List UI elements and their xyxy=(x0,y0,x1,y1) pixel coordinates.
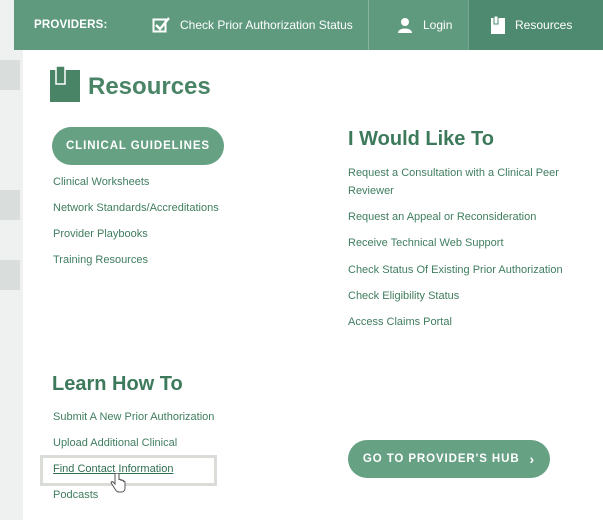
learn-link-upload-clinical[interactable]: Upload Additional Clinical xyxy=(53,437,177,449)
check-prior-auth-link[interactable]: Check Prior Authorization Status xyxy=(146,0,368,50)
resources-tab[interactable]: Resources xyxy=(468,0,603,50)
learn-link-submit-prior-auth[interactable]: Submit A New Prior Authorization xyxy=(53,411,214,423)
guideline-link-provider-playbooks[interactable]: Provider Playbooks xyxy=(53,228,148,240)
like-link-claims-portal[interactable]: Access Claims Portal xyxy=(348,316,452,328)
clinical-guidelines-label: CLINICAL GUIDELINES xyxy=(65,140,211,152)
book-icon xyxy=(491,16,505,34)
resources-title: Resources xyxy=(88,72,211,100)
book-icon xyxy=(50,65,80,107)
i-would-like-to-title: I Would Like To xyxy=(348,128,494,150)
clinical-guidelines-button[interactable]: CLINICAL GUIDELINES xyxy=(52,127,224,165)
resources-heading: Resources xyxy=(50,65,211,107)
like-link-request-appeal[interactable]: Request an Appeal or Reconsideration xyxy=(348,211,536,223)
providers-label: PROVIDERS: xyxy=(34,19,108,31)
checkbox-icon xyxy=(152,16,170,34)
guideline-link-clinical-worksheets[interactable]: Clinical Worksheets xyxy=(53,176,149,188)
guideline-link-network-standards[interactable]: Network Standards/Accreditations xyxy=(53,202,219,214)
providers-hub-label: GO TO PROVIDER'S HUB xyxy=(362,453,520,465)
like-link-check-prior-auth[interactable]: Check Status Of Existing Prior Authoriza… xyxy=(348,264,563,276)
resources-tab-label: Resources xyxy=(515,18,573,32)
chevron-right-icon: › xyxy=(529,451,536,467)
like-link-request-consultation[interactable]: Request a Consultation with a Clinical P… xyxy=(348,167,559,179)
learn-how-to-title: Learn How To xyxy=(52,373,183,395)
go-to-providers-hub-button[interactable]: GO TO PROVIDER'S HUB › xyxy=(348,440,550,478)
cursor-hand-icon xyxy=(110,472,126,498)
resources-dropdown-panel: Resources CLINICAL GUIDELINES Clinical W… xyxy=(23,50,603,520)
login-link[interactable]: Login xyxy=(368,0,468,50)
learn-link-podcasts[interactable]: Podcasts xyxy=(53,489,98,501)
like-link-technical-support[interactable]: Receive Technical Web Support xyxy=(348,237,504,249)
login-label: Login xyxy=(423,18,453,32)
like-link-check-eligibility[interactable]: Check Eligibility Status xyxy=(348,290,459,302)
check-prior-auth-label: Check Prior Authorization Status xyxy=(180,18,353,32)
guideline-link-training-resources[interactable]: Training Resources xyxy=(53,254,148,266)
provider-nav-bar: PROVIDERS: Check Prior Authorization Sta… xyxy=(14,0,603,50)
like-link-request-consultation-cont[interactable]: Reviewer xyxy=(348,185,394,197)
user-icon xyxy=(397,17,413,33)
